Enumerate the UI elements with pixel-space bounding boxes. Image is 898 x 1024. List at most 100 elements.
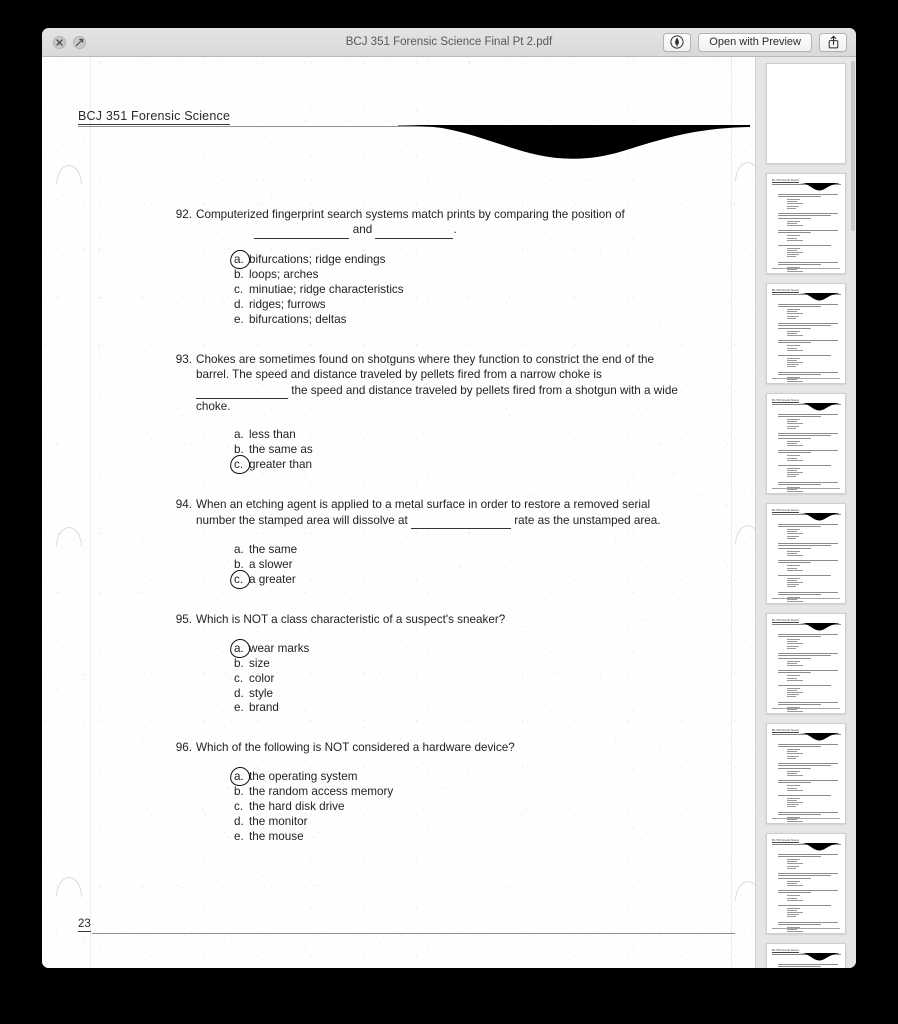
thumbnail-option-block [787, 706, 838, 713]
thumbnail-page[interactable]: BCJ 351 Forensic Science [766, 173, 846, 274]
close-button[interactable] [53, 35, 66, 49]
thumbnail-page[interactable]: BCJ 351 Forensic Science [766, 833, 846, 934]
question-text-part: Chokes are sometimes found on shotguns w… [196, 352, 655, 382]
question-number: 96. [175, 741, 192, 755]
thumbnail-text-line [778, 811, 838, 813]
thumbnail-option-line [787, 421, 798, 423]
thumbnail-option-line [787, 442, 798, 444]
thumbnail-option-line [787, 797, 801, 799]
option-item: d. ridges; furrows [234, 298, 688, 313]
thumbnail-option-line [787, 694, 799, 696]
thumbnail-content [778, 524, 838, 603]
option-item: c. the hard disk drive [234, 800, 688, 815]
option-item: a. bifurcations; ridge endings [228, 248, 688, 271]
thumbnail-text-line [778, 464, 831, 466]
thumbnail-option-line [787, 252, 803, 254]
thumbnail-text-line [778, 964, 838, 965]
option-letter: e. [234, 829, 244, 843]
thumbnail-text-line [778, 230, 838, 232]
thumbnail-sidebar[interactable]: BCJ 351 Forensic Science BCJ 351 Forensic… [755, 57, 856, 968]
thumbnail-header: BCJ 351 Forensic Science [772, 730, 841, 741]
question-text: Which is NOT a class characteristic of a… [196, 612, 688, 627]
thumbnail-option-line [787, 467, 801, 469]
window-body: BCJ 351 Forensic Science Final Examinati… [42, 57, 856, 968]
thumbnail-swoosh-icon [800, 513, 839, 521]
option-text: the mouse [249, 829, 304, 843]
thumbnail-page[interactable]: BCJ 351 Forensic Science [766, 943, 846, 968]
thumbnail-footer-rule [776, 927, 840, 928]
thumbnail-option-line [787, 470, 798, 471]
pdf-page-view[interactable]: BCJ 351 Forensic Science Final Examinati… [42, 57, 755, 968]
thumbnail-option-block [787, 687, 838, 698]
thumbnail-text-line [778, 634, 838, 635]
thumbnail-text-line [778, 813, 822, 815]
option-item: c. color [234, 672, 688, 687]
option-letter: c. [234, 458, 244, 472]
thumbnail-option-line [787, 785, 801, 787]
thumbnail-option-block [787, 596, 838, 603]
thumbnail-text-line [778, 560, 838, 562]
thumbnail-option-line [787, 489, 798, 490]
thumbnail-page[interactable]: BCJ 351 Forensic Science [766, 613, 846, 714]
option-text: minutiae; ridge characteristics [249, 282, 404, 296]
question-item: 93. Chokes are sometimes found on shotgun… [42, 352, 755, 476]
thumbnail-option-line [787, 664, 803, 666]
thumbnail-option-line [787, 444, 803, 446]
thumbnail-content [778, 414, 838, 494]
thumbnail-option-line [787, 366, 797, 368]
thumbnail-page[interactable]: BCJ 351 Forensic Science [766, 283, 846, 384]
open-with-preview-button[interactable]: Open with Preview [698, 32, 812, 52]
markup-button[interactable] [663, 32, 692, 52]
page-number: 23 [78, 918, 91, 932]
answer-blank [196, 383, 288, 400]
option-letter: b. [234, 558, 244, 572]
thumbnail-option-line [787, 569, 803, 571]
thumbnail-page[interactable]: BCJ 351 Forensic Science [766, 503, 846, 604]
option-text: color [249, 671, 275, 685]
thumbnail-option-line [787, 772, 798, 774]
thumbnail-option-line [787, 493, 799, 494]
option-text: ridges; furrows [249, 297, 326, 311]
question-text-part: Computerized fingerprint search systems … [196, 208, 625, 221]
thumbnail-text-line [778, 655, 831, 657]
thumbnail-header: BCJ 351 Forensic Science [772, 950, 841, 961]
thumbnail-text-line [778, 921, 838, 923]
thumbnail-option-line [787, 474, 799, 476]
thumbnail-text-line [778, 763, 838, 764]
thumbnail-option-block [787, 467, 838, 478]
thumbnail-option-block [787, 440, 838, 446]
thumbnail-option-block [787, 247, 838, 258]
fullscreen-button[interactable] [73, 35, 86, 49]
thumbnail-option-line [787, 859, 801, 861]
thumbnail-option-line [787, 332, 798, 334]
thumbnail-option-line [787, 916, 797, 918]
answer-blank [375, 222, 454, 239]
thumbnail-text-line [778, 213, 838, 214]
thumbnail-text-line [778, 232, 811, 234]
thumbnail-option-line [787, 804, 799, 806]
thumbnail-option-line [787, 222, 798, 224]
thumbnail-page[interactable]: BCJ 351 Forensic Science [766, 393, 846, 494]
thumbnail-list: BCJ 351 Forensic Science BCJ 351 Forensic… [756, 63, 856, 968]
option-list: a. the same b. a slower c. a greater [228, 543, 688, 591]
thumbnail-text-line [778, 794, 831, 796]
thumbnail-option-line [787, 383, 799, 384]
thumbnail-content [778, 964, 838, 968]
option-list: a. bifurcations; ridge endings b. loops; ar… [228, 248, 688, 328]
thumbnail-page[interactable]: BCJ 351 Forensic Science [766, 723, 846, 824]
thumbnail-text-line [778, 452, 811, 454]
thumbnail-option-line [787, 313, 803, 315]
titlebar-actions: Open with Preview [663, 32, 847, 52]
thumbnail-option-block [787, 345, 838, 351]
thumbnail-text-line [778, 414, 838, 415]
thumbnail-option-line [787, 207, 797, 209]
share-button[interactable] [819, 32, 847, 52]
thumbnail-header: BCJ 351 Forensic Science [772, 400, 841, 411]
thumbnail-question-block [778, 230, 838, 241]
thumbnail-option-line [787, 821, 803, 823]
thumbnail-page[interactable] [766, 63, 846, 164]
option-letter: c. [234, 282, 244, 296]
thumbnail-option-block [787, 816, 838, 823]
sidebar-scrollbar[interactable] [850, 61, 855, 231]
thumbnail-option-line [787, 364, 799, 366]
